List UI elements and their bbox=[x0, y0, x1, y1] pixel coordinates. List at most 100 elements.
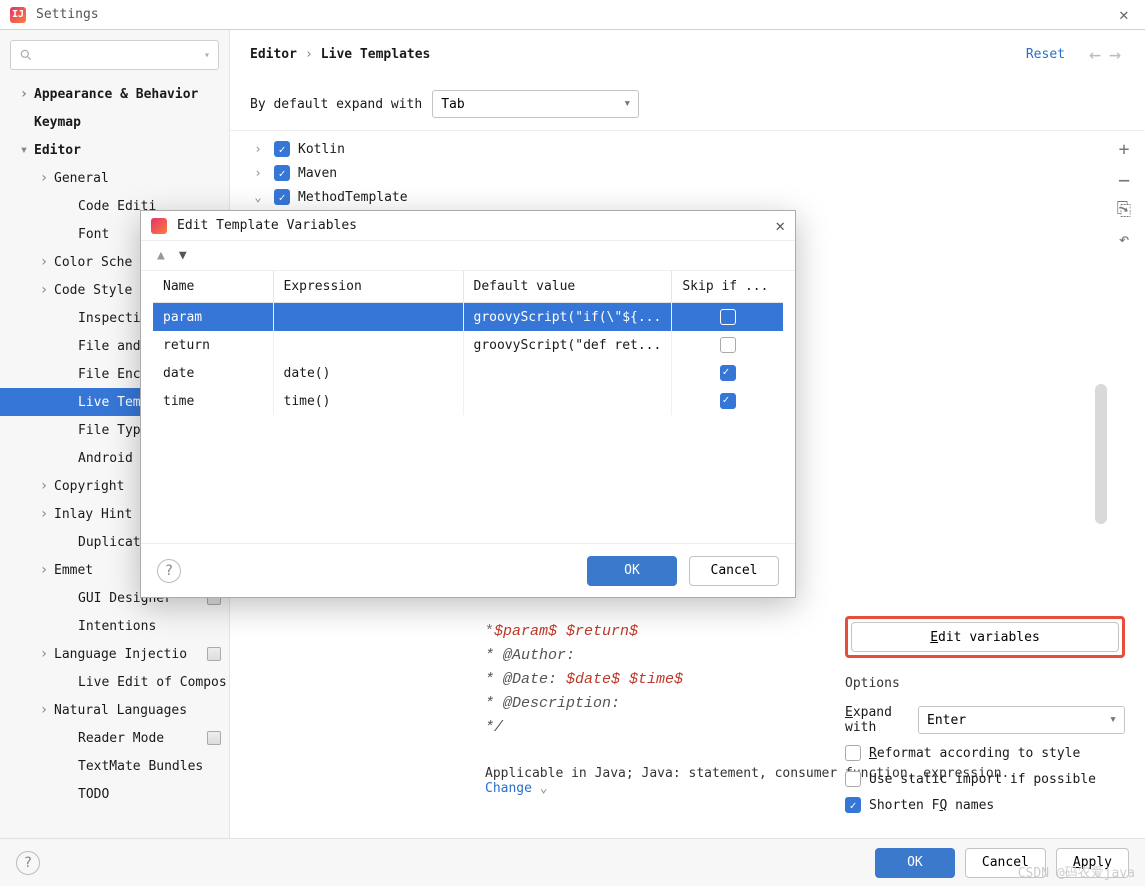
dialog-footer: ? OK Cancel Apply bbox=[0, 838, 1145, 886]
cell-default[interactable] bbox=[463, 387, 672, 415]
search-input[interactable]: ▾ bbox=[10, 40, 219, 70]
shorten-fq-checkbox[interactable] bbox=[845, 797, 861, 813]
sidebar-item-label: Appearance & Behavior bbox=[34, 87, 198, 102]
default-expand-label: By default expand with bbox=[250, 97, 422, 112]
skip-checkbox[interactable] bbox=[720, 309, 736, 325]
default-expand-select[interactable] bbox=[432, 90, 639, 118]
dialog-titlebar: Edit Template Variables ✕ bbox=[141, 211, 795, 241]
cell-expression[interactable] bbox=[273, 331, 463, 359]
table-row[interactable]: timetime() bbox=[153, 387, 783, 415]
cell-expression[interactable] bbox=[273, 303, 463, 332]
cell-name[interactable]: param bbox=[153, 303, 273, 332]
template-group[interactable]: ›Kotlin bbox=[250, 137, 1145, 161]
sidebar-item[interactable]: Intentions bbox=[0, 612, 229, 640]
sidebar-item[interactable]: Reader Mode bbox=[0, 724, 229, 752]
sidebar-item[interactable]: Appearance & Behavior bbox=[0, 80, 229, 108]
close-icon[interactable]: ✕ bbox=[1119, 7, 1135, 23]
sidebar-item-label: General bbox=[54, 171, 109, 186]
table-row[interactable]: param groovyScript("if(\"${... bbox=[153, 303, 783, 332]
default-expand-row: By default expand with bbox=[230, 78, 1145, 131]
ok-button[interactable]: OK bbox=[875, 848, 955, 878]
sidebar-item-label: Color Sche bbox=[54, 255, 132, 270]
sidebar-item[interactable]: TextMate Bundles bbox=[0, 752, 229, 780]
cell-skip[interactable] bbox=[672, 359, 783, 387]
cell-expression[interactable]: time() bbox=[273, 387, 463, 415]
cell-name[interactable]: date bbox=[153, 359, 273, 387]
skip-checkbox[interactable] bbox=[720, 365, 736, 381]
cell-skip[interactable] bbox=[672, 303, 783, 332]
template-checkbox[interactable] bbox=[274, 189, 290, 205]
cell-default[interactable]: groovyScript("if(\"${... bbox=[463, 303, 672, 332]
template-group[interactable]: ⌄MethodTemplate bbox=[250, 185, 1145, 209]
edit-variables-button[interactable]: EEdit variablesdit variables bbox=[851, 622, 1119, 652]
reset-link[interactable]: Reset bbox=[1026, 47, 1065, 62]
cell-name[interactable]: return bbox=[153, 331, 273, 359]
reformat-checkbox[interactable] bbox=[845, 745, 861, 761]
options-label: Options bbox=[845, 676, 1125, 691]
sidebar-item[interactable]: TODO bbox=[0, 780, 229, 808]
expand-with-select[interactable] bbox=[918, 706, 1125, 734]
cell-name[interactable]: time bbox=[153, 387, 273, 415]
sidebar-item-label: TODO bbox=[78, 787, 109, 802]
sidebar-item[interactable]: General bbox=[0, 164, 229, 192]
help-icon[interactable]: ? bbox=[16, 851, 40, 875]
sidebar-item[interactable]: Editor bbox=[0, 136, 229, 164]
nav-back-icon[interactable]: ← bbox=[1085, 44, 1105, 64]
sort-desc-icon[interactable]: ▼ bbox=[179, 248, 187, 263]
dialog-close-icon[interactable]: ✕ bbox=[775, 216, 785, 235]
edit-template-variables-dialog: Edit Template Variables ✕ ▲ ▼ Name Expre… bbox=[140, 210, 796, 598]
sidebar-item-label: Keymap bbox=[34, 115, 81, 130]
table-row[interactable]: datedate() bbox=[153, 359, 783, 387]
col-name[interactable]: Name bbox=[153, 271, 273, 303]
table-row[interactable]: return groovyScript("def ret... bbox=[153, 331, 783, 359]
template-group[interactable]: ›Maven bbox=[250, 161, 1145, 185]
search-history-caret[interactable]: ▾ bbox=[204, 50, 210, 61]
sidebar-item-label: Editor bbox=[34, 143, 81, 158]
revert-template-icon[interactable]: ↶ bbox=[1115, 231, 1133, 249]
cell-skip[interactable] bbox=[672, 331, 783, 359]
cell-default[interactable] bbox=[463, 359, 672, 387]
sidebar-item[interactable]: Live Edit of Compos bbox=[0, 668, 229, 696]
sidebar-item[interactable]: Keymap bbox=[0, 108, 229, 136]
template-checkbox[interactable] bbox=[274, 141, 290, 157]
static-import-checkbox[interactable] bbox=[845, 771, 861, 787]
sidebar-item-label: Font bbox=[78, 227, 109, 242]
sidebar-item-label: Natural Languages bbox=[54, 703, 187, 718]
nav-fwd-icon[interactable]: → bbox=[1105, 44, 1125, 64]
scope-icon bbox=[207, 731, 221, 745]
remove-template-icon[interactable] bbox=[1115, 171, 1133, 189]
sidebar-item[interactable]: Natural Languages bbox=[0, 696, 229, 724]
cell-default[interactable]: groovyScript("def ret... bbox=[463, 331, 672, 359]
sort-asc-icon[interactable]: ▲ bbox=[157, 248, 165, 263]
dialog-help-icon[interactable]: ? bbox=[157, 559, 181, 583]
dialog-cancel-button[interactable]: Cancel bbox=[689, 556, 779, 586]
cell-expression[interactable]: date() bbox=[273, 359, 463, 387]
add-template-icon[interactable] bbox=[1115, 141, 1133, 159]
template-checkbox[interactable] bbox=[274, 165, 290, 181]
change-context-link[interactable]: Change bbox=[485, 781, 532, 796]
scrollbar-thumb[interactable] bbox=[1095, 384, 1107, 524]
copy-template-icon[interactable]: ⎘ bbox=[1115, 201, 1133, 219]
cell-skip[interactable] bbox=[672, 387, 783, 415]
skip-checkbox[interactable] bbox=[720, 337, 736, 353]
sidebar-item-label: Code Style bbox=[54, 283, 132, 298]
search-icon bbox=[19, 48, 33, 62]
expand-with-label: Expand with bbox=[845, 705, 900, 735]
skip-checkbox[interactable] bbox=[720, 393, 736, 409]
sidebar-item-label: Intentions bbox=[78, 619, 156, 634]
dialog-ok-button[interactable]: OK bbox=[587, 556, 677, 586]
window-title: Settings bbox=[36, 7, 1119, 22]
breadcrumb-root[interactable]: Editor bbox=[250, 47, 297, 62]
template-right-panel: EEdit variablesdit variables Options Exp… bbox=[845, 616, 1125, 823]
sidebar-item-label: Copyright bbox=[54, 479, 124, 494]
cancel-button[interactable]: Cancel bbox=[965, 848, 1046, 878]
sidebar-item-label: Language Injectio bbox=[54, 647, 187, 662]
apply-button[interactable]: Apply bbox=[1056, 848, 1129, 878]
col-expression[interactable]: Expression bbox=[273, 271, 463, 303]
sidebar-item[interactable]: Language Injectio bbox=[0, 640, 229, 668]
template-tools: ⎘ ↶ bbox=[1109, 131, 1139, 249]
col-skip[interactable]: Skip if ... bbox=[672, 271, 783, 303]
variables-table[interactable]: Name Expression Default value Skip if ..… bbox=[153, 271, 783, 415]
col-default[interactable]: Default value bbox=[463, 271, 672, 303]
template-tree[interactable]: ›Kotlin›Maven⌄MethodTemplate ⎘ ↶ bbox=[230, 131, 1145, 215]
